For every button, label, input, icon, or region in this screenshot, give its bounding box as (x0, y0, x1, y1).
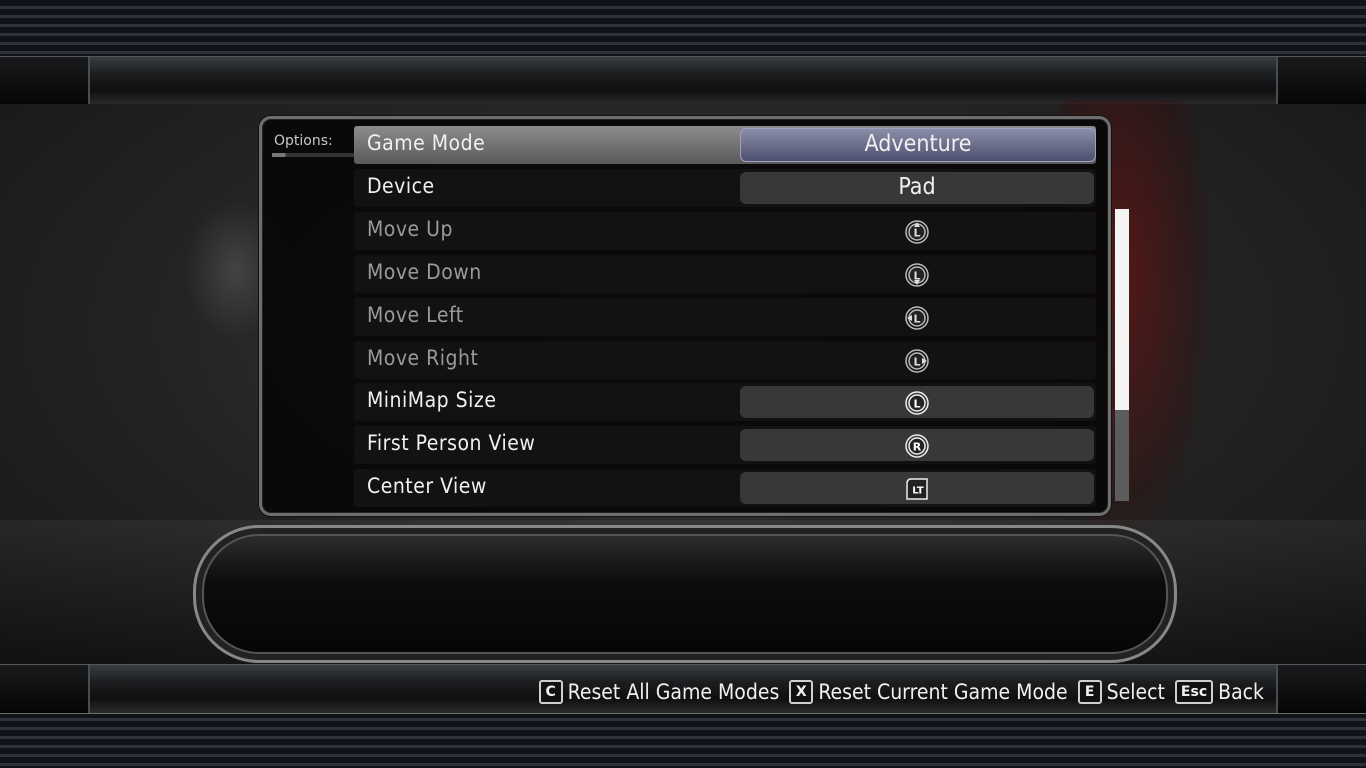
option-binding[interactable]: LT (740, 472, 1094, 504)
hint-back[interactable]: Esc Back (1174, 680, 1264, 704)
options-panel: Options: Game Mode Adventure Device Pad … (259, 116, 1129, 516)
option-label: Move Up (367, 217, 453, 241)
option-row-game-mode[interactable]: Game Mode Adventure (354, 126, 1096, 164)
option-binding[interactable]: L (740, 258, 1094, 290)
option-row-move-up[interactable]: Move Up L (354, 212, 1096, 250)
left-stick-down-icon: L (905, 263, 929, 287)
option-row-minimap-size[interactable]: MiniMap Size L (354, 383, 1096, 421)
option-label: Move Down (367, 260, 482, 284)
scrollbar-thumb[interactable] (1115, 209, 1129, 410)
options-tab-indicator (272, 153, 356, 157)
rail-cap-right (1276, 57, 1366, 105)
left-trigger-icon: LT (906, 478, 928, 500)
left-stick-up-icon: L (905, 220, 929, 244)
left-stick-right-icon: L (905, 349, 929, 373)
key-x-icon: X (789, 680, 814, 704)
option-label: Center View (367, 474, 487, 498)
option-row-device[interactable]: Device Pad (354, 169, 1096, 207)
option-value: Pad (898, 174, 936, 200)
option-label: Move Left (367, 303, 464, 327)
right-stick-click-icon: R (905, 434, 929, 458)
left-stick-left-icon: L (905, 306, 929, 330)
option-binding[interactable]: L (740, 301, 1094, 333)
rail-cap-right (1276, 665, 1366, 713)
top-rail (0, 56, 1366, 106)
option-row-center-view[interactable]: Center View LT (354, 469, 1096, 507)
option-label: MiniMap Size (367, 388, 497, 412)
key-esc-icon: Esc (1174, 680, 1214, 704)
option-binding[interactable]: L (740, 215, 1094, 247)
option-row-first-person-view[interactable]: First Person View R (354, 426, 1096, 464)
stick-letter: L (913, 270, 920, 283)
stick-letter: R (913, 441, 922, 454)
stick-letter: L (913, 356, 920, 369)
hint-reset-all[interactable]: C Reset All Game Modes (538, 680, 780, 704)
hint-label: Select (1106, 680, 1165, 704)
option-label: Move Right (367, 346, 479, 370)
stick-letter: L (913, 313, 920, 326)
top-stripe-band (0, 0, 1366, 58)
option-label: First Person View (367, 431, 536, 455)
hint-label: Reset All Game Modes (567, 680, 780, 704)
option-binding[interactable]: R (740, 429, 1094, 461)
key-e-icon: E (1077, 680, 1102, 704)
option-value-selector[interactable]: Adventure (740, 128, 1096, 162)
option-row-move-down[interactable]: Move Down L (354, 255, 1096, 293)
option-value: Adventure (864, 131, 972, 157)
left-stick-click-icon: L (905, 391, 929, 415)
hint-label: Back (1218, 680, 1264, 704)
option-row-move-left[interactable]: Move Left L (354, 298, 1096, 336)
option-row-move-right[interactable]: Move Right L (354, 341, 1096, 379)
option-label: Device (367, 174, 435, 198)
option-label: Game Mode (367, 131, 486, 155)
trigger-letters: LT (912, 486, 924, 497)
options-scrollbar[interactable] (1115, 209, 1129, 501)
key-c-icon: C (538, 680, 563, 704)
options-label: Options: (274, 133, 333, 149)
hint-reset-current[interactable]: X Reset Current Game Mode (789, 680, 1068, 704)
stick-letter: L (913, 398, 920, 411)
description-box (193, 525, 1177, 663)
button-hints: C Reset All Game Modes X Reset Current G… (538, 677, 1264, 707)
stick-letter: L (913, 227, 920, 240)
hint-select[interactable]: E Select (1077, 680, 1165, 704)
rail-cap-left (0, 57, 90, 105)
option-binding[interactable]: L (740, 344, 1094, 376)
option-binding[interactable]: L (740, 386, 1094, 418)
bottom-stripe-band (0, 712, 1366, 768)
hint-label: Reset Current Game Mode (818, 680, 1068, 704)
option-value-selector[interactable]: Pad (740, 172, 1094, 204)
rail-cap-left (0, 665, 90, 713)
